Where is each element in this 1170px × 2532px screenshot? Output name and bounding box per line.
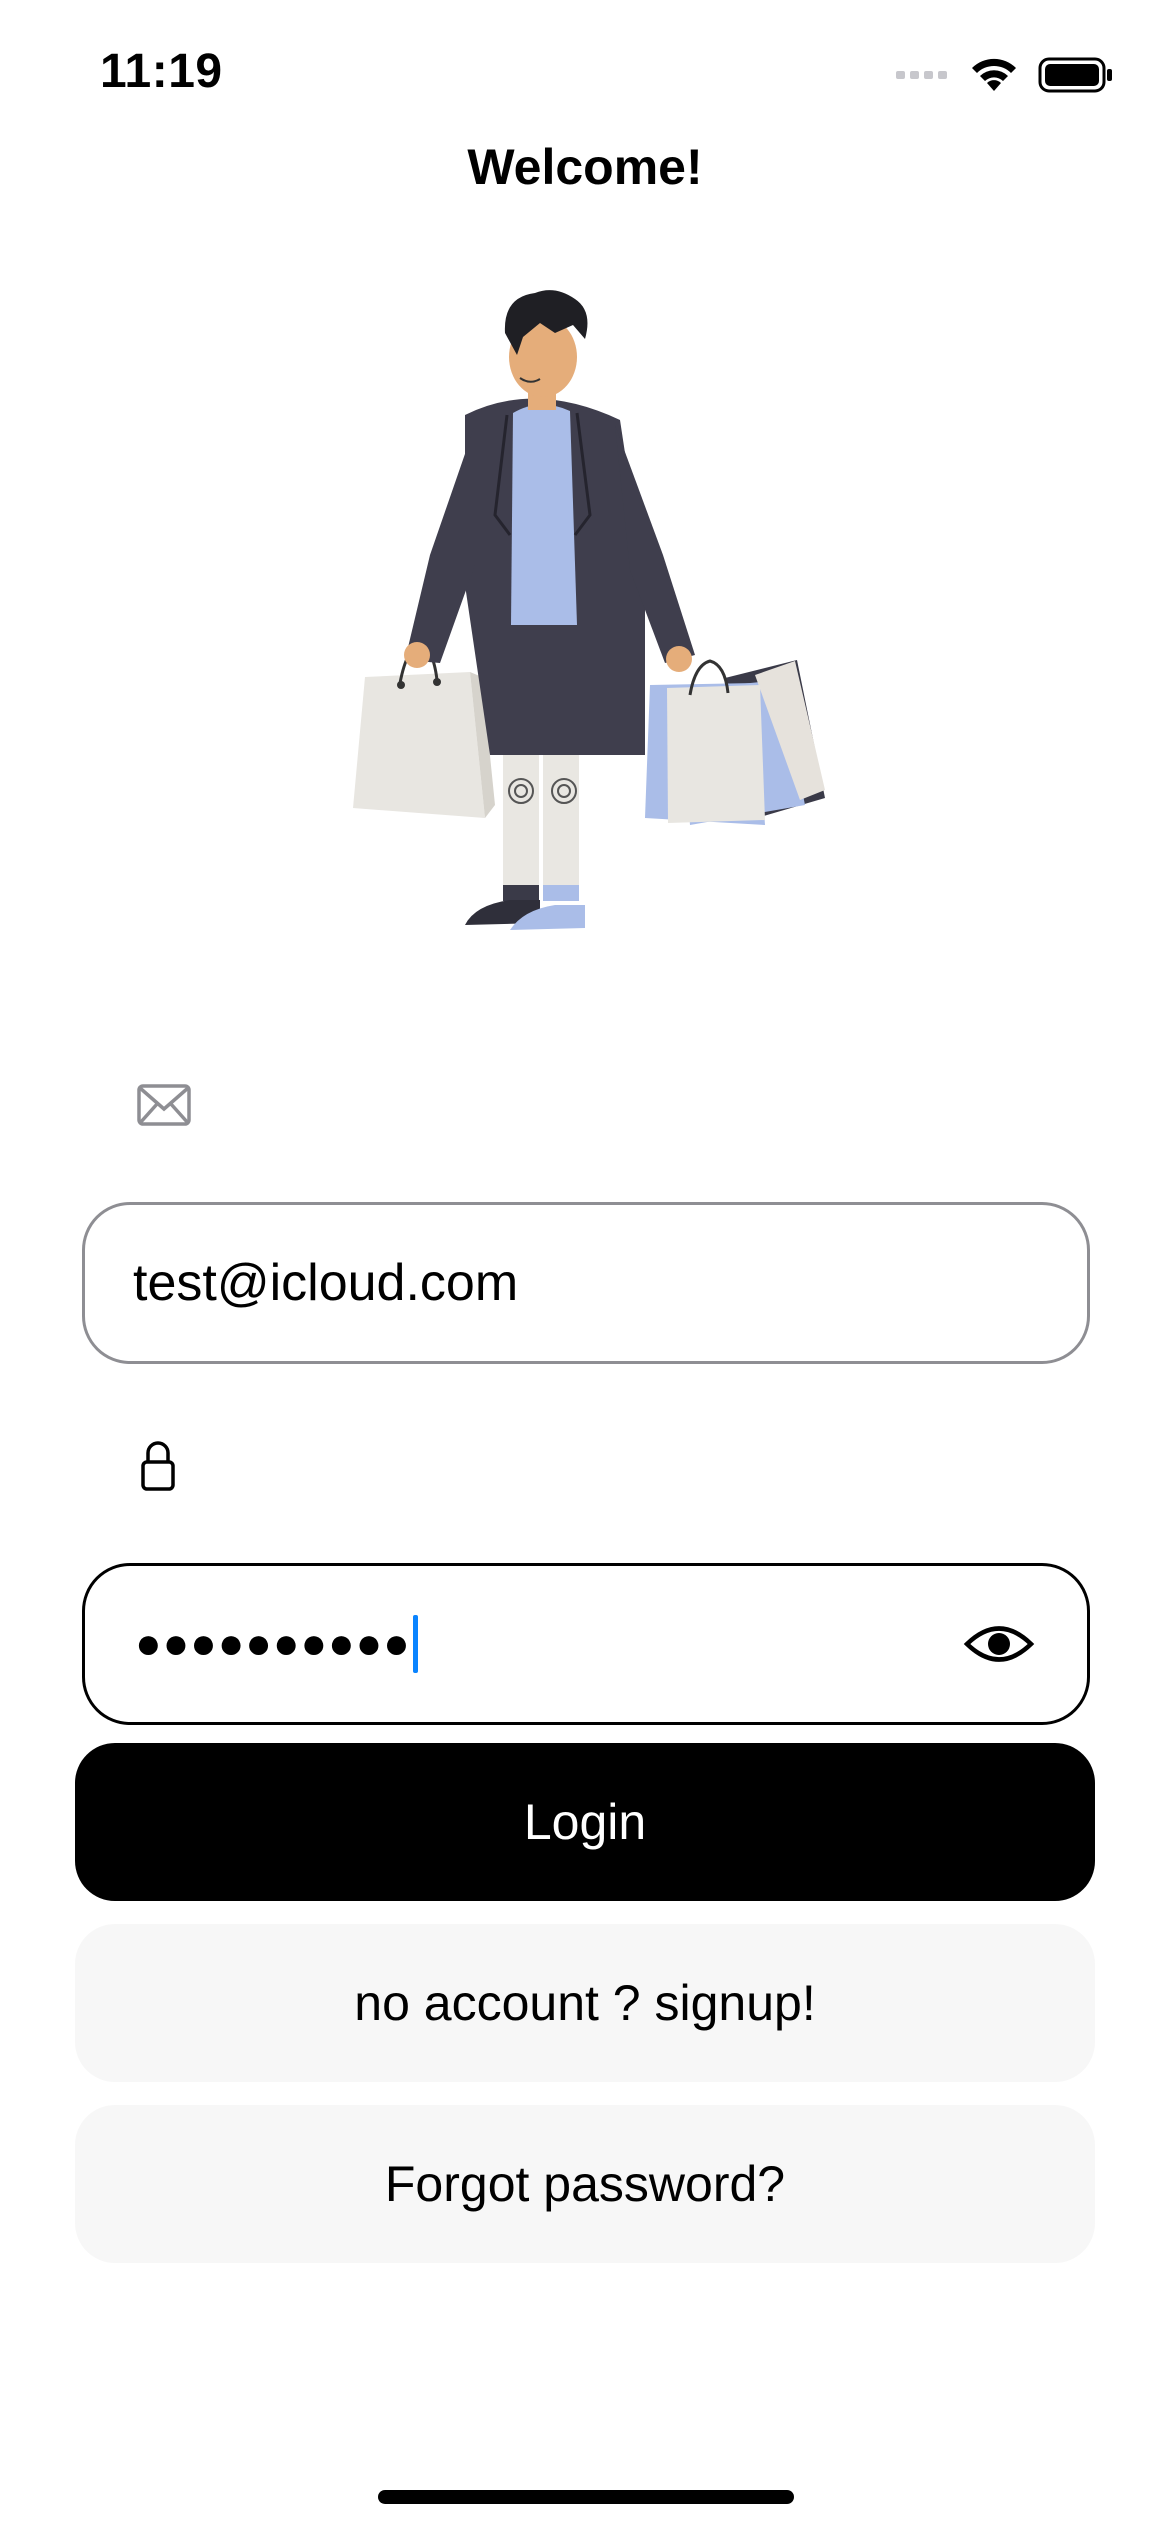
email-field[interactable]: test@icloud.com xyxy=(82,1202,1090,1364)
password-value: ●●●●●●●●●● xyxy=(135,1615,418,1673)
lock-icon xyxy=(141,1441,175,1491)
head xyxy=(504,290,588,410)
battery-icon xyxy=(1038,57,1112,93)
home-indicator[interactable] xyxy=(378,2490,794,2504)
password-field[interactable]: ●●●●●●●●●● xyxy=(82,1563,1090,1725)
envelope-icon xyxy=(137,1084,191,1126)
login-button[interactable]: Login xyxy=(75,1743,1095,1901)
status-indicators xyxy=(896,52,1114,98)
eye-icon[interactable] xyxy=(963,1621,1035,1667)
status-time: 11:19 xyxy=(100,45,223,98)
text-cursor xyxy=(412,1615,418,1673)
right-shopping-bags xyxy=(645,659,825,825)
left-shopping-bag xyxy=(353,643,495,818)
email-value: test@icloud.com xyxy=(133,1254,519,1312)
page-title: Welcome! xyxy=(467,139,703,195)
shopping-man-illustration xyxy=(353,290,825,930)
wifi-icon xyxy=(972,58,1016,91)
cellular-signal-icon xyxy=(896,71,947,79)
signup-button[interactable]: no account ? signup! xyxy=(75,1924,1095,2082)
status-bar: 11:19 xyxy=(0,0,1170,150)
password-mask: ●●●●●●●●●● xyxy=(135,1619,411,1668)
shoes xyxy=(465,900,585,930)
forgot-password-button[interactable]: Forgot password? xyxy=(75,2105,1095,2263)
